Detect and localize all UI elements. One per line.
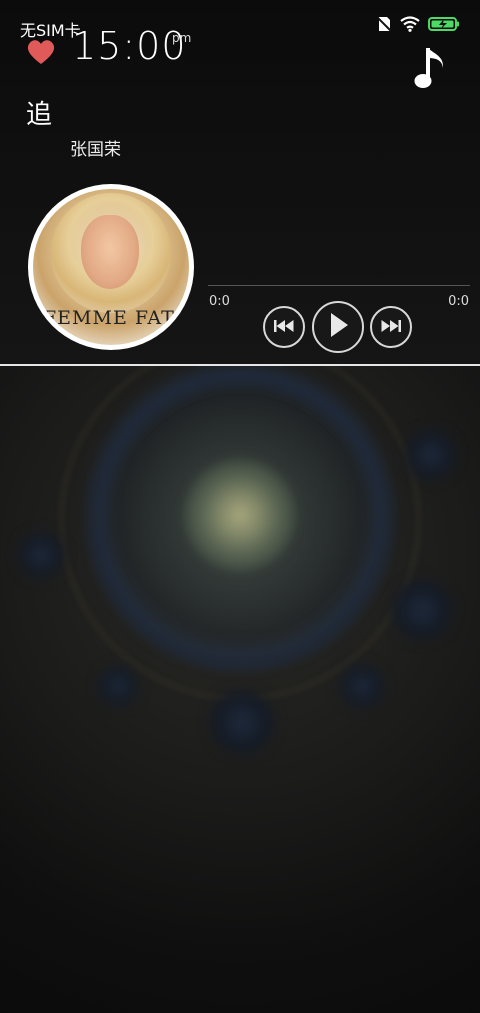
skip-next-icon [380, 318, 402, 337]
wallpaper-orb [340, 664, 384, 708]
wallpaper-orb [18, 532, 64, 578]
album-cover-image: FEMME FATA [33, 189, 189, 345]
lock-clock-time: 15:00 [72, 24, 187, 68]
skip-previous-icon [273, 318, 295, 337]
next-button[interactable] [370, 306, 412, 348]
battery-charging-icon [428, 16, 460, 36]
artist-name: 张国荣 [70, 140, 121, 160]
lock-screen: 无SIM卡 15:00 pm 追 张国荣 FEMME FATA 0:0 0:0 [0, 0, 480, 1013]
time-total: 0:0 [448, 294, 469, 309]
wallpaper-orb [392, 580, 452, 640]
album-cover-text: FEMME FATA [43, 307, 189, 329]
wallpaper-orb [406, 430, 456, 480]
status-icons [376, 16, 460, 36]
previous-button[interactable] [263, 306, 305, 348]
album-cover-face [81, 215, 139, 289]
wallpaper-center-glow [185, 460, 295, 570]
play-button[interactable] [312, 301, 364, 353]
heart-icon[interactable] [26, 38, 56, 66]
lock-clock-ampm: pm [172, 31, 192, 45]
widget-divider [0, 364, 480, 366]
album-art[interactable]: FEMME FATA [28, 184, 194, 350]
wallpaper-orb [98, 666, 138, 706]
time-elapsed: 0:0 [209, 294, 230, 309]
play-icon [326, 311, 350, 343]
wallpaper-orb [210, 690, 274, 754]
music-note-icon[interactable] [414, 46, 450, 92]
progress-bar[interactable] [208, 285, 470, 286]
song-title: 追 [26, 100, 53, 130]
wifi-icon [400, 16, 420, 36]
no-sim-icon [376, 16, 392, 36]
